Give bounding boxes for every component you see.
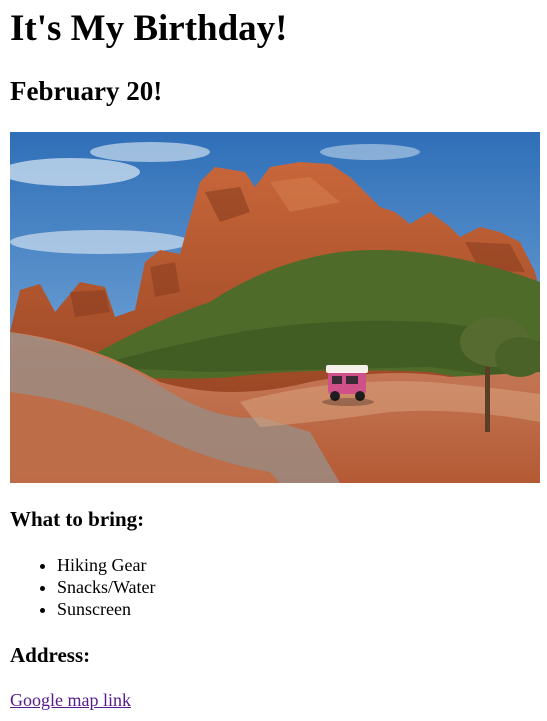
address-heading: Address: [10, 643, 91, 667]
red-rock-landscape-photo [10, 132, 540, 483]
bring-list: Hiking Gear Snacks/Water Sunscreen [10, 554, 156, 620]
list-item: Snacks/Water [57, 576, 156, 598]
list-item: Hiking Gear [57, 554, 156, 576]
what-to-bring-heading: What to bring: [10, 507, 145, 531]
event-date: February 20! [10, 76, 163, 106]
google-map-link[interactable]: Google map link [10, 689, 131, 711]
list-item: Sunscreen [57, 598, 156, 620]
page-title: It's My Birthday! [10, 8, 288, 49]
